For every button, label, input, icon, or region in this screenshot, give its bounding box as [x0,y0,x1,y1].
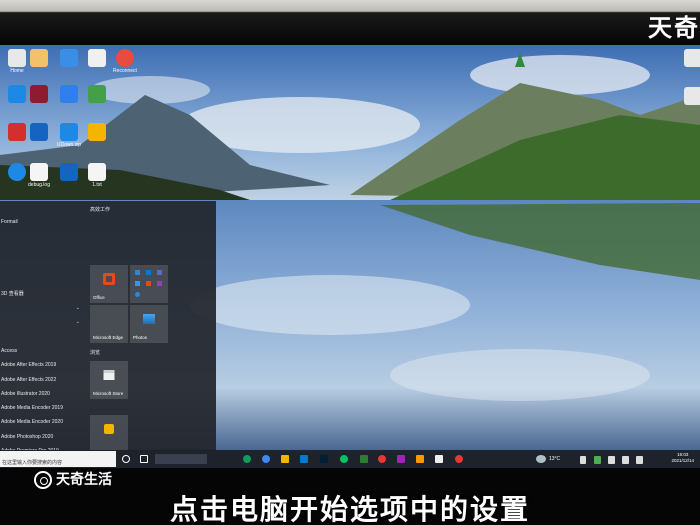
tile-app-folder[interactable] [130,265,168,303]
tile-store[interactable]: Microsoft Store [90,361,128,399]
list-item[interactable]: Adobe Illustrator 2020 [0,387,86,401]
desktop-icon[interactable] [80,85,114,103]
system-clock[interactable]: 16:03 2021/12/14 [671,452,694,464]
skype-icon [135,292,140,297]
mail-icon [135,270,140,275]
app-icon [30,85,48,103]
weather-icon [536,455,546,463]
brand-watermark-top: 天奇 [648,14,700,42]
desktop: Home Reconnect UDown.zip debug.log 1.txt… [0,45,700,468]
chevron-down-icon: ⌄ [75,319,80,326]
brand-logo-icon [34,471,52,489]
wechat-icon[interactable] [340,455,348,463]
chevron-up-icon[interactable] [580,456,586,464]
list-item[interactable]: Adobe Media Encoder 2019 [0,401,86,415]
video-caption: 点击电脑开始选项中的设置 [169,493,530,525]
app-icon[interactable] [378,455,386,463]
browser-icon[interactable] [262,455,270,463]
capcut-icon[interactable] [435,455,443,463]
list-item[interactable]: Adobe Photoshop 2020 [0,430,86,444]
desktop-icon[interactable] [22,49,56,67]
tile-office[interactable]: Office [90,265,128,303]
store-icon [103,370,115,381]
app-icon [60,85,78,103]
photos-icon [143,314,155,325]
file-icon [30,49,48,67]
desktop-icon[interactable] [80,123,114,141]
desktop-icon[interactable] [22,85,56,103]
search-box[interactable]: 在这里输入你要搜索的内容 [0,451,116,467]
document-icon [88,49,106,67]
edge-icon[interactable] [243,455,251,463]
desktop-icon[interactable]: 1.txt [80,163,114,188]
start-menu: Formail 3D 查看器 ⌄ ⌄ Access Adobe After Ef… [0,201,216,454]
illustrator-icon[interactable] [416,455,424,463]
app-icon [146,281,151,286]
desktop-icon[interactable]: Reconnect [108,49,142,74]
list-item[interactable]: Access [0,344,86,358]
desktop-icon[interactable]: debug.log [22,163,56,188]
network-icon[interactable] [608,456,615,464]
document-icon [684,49,700,67]
document-icon [60,163,78,181]
app-icon [157,270,162,275]
premiere-icon[interactable] [397,455,405,463]
list-item[interactable] [0,272,86,286]
app-icon [104,424,114,435]
list-item[interactable]: Adobe After Effects 2019 [0,358,86,372]
taskbar: 在这里输入你要搜索的内容 13°C 16:03 2021/12/14 [0,450,700,468]
folder-icon [88,123,106,141]
app-icon [116,49,134,67]
desktop-icon[interactable] [676,87,700,105]
store-icon[interactable] [300,455,308,463]
task-view-icon[interactable] [140,455,148,463]
list-item[interactable]: Adobe After Effects 2022 [0,373,86,387]
cloud-icon [135,281,140,286]
app-icon[interactable] [360,455,368,463]
app-icon [157,281,162,286]
office-icon [103,273,115,286]
list-item[interactable]: ⌄ [0,301,86,315]
text-file-icon [88,163,106,181]
list-item[interactable]: 3D 查看器 [0,287,86,301]
list-item[interactable] [0,244,86,258]
list-item[interactable]: Formail [0,215,86,229]
ime-icon[interactable] [636,456,643,464]
tile-group-title: 浏览 [90,350,101,356]
list-item[interactable]: Adobe Media Encoder 2020 [0,415,86,429]
list-item[interactable] [0,230,86,244]
tray-icon[interactable] [594,456,601,464]
desktop-icon[interactable] [676,49,700,67]
folder-icon[interactable] [281,455,289,463]
tile-photos[interactable]: Photos [130,305,168,343]
cortana-icon[interactable] [122,455,130,463]
volume-icon[interactable] [622,456,629,464]
list-item[interactable] [0,330,86,344]
play-icon [88,85,106,103]
tile-pinned-app[interactable] [90,415,128,453]
app-icon [60,49,78,67]
document-icon [684,87,700,105]
app-search-bar[interactable] [155,454,207,464]
photoshop-icon[interactable] [320,455,328,463]
app-icon [146,270,151,275]
list-item[interactable] [0,201,86,215]
list-item[interactable] [0,258,86,272]
desktop-icon[interactable] [22,123,56,141]
tile-edge[interactable]: Microsoft Edge [90,305,128,343]
weather-temp[interactable]: 13°C [549,450,560,468]
zip-icon [60,123,78,141]
log-file-icon [30,163,48,181]
monitor-top-bezel [0,0,700,45]
watermark: 天奇生活 [34,470,112,490]
folder-icon [30,123,48,141]
chevron-down-icon: ⌄ [75,305,80,312]
app-list: Formail 3D 查看器 ⌄ ⌄ Access Adobe After Ef… [0,201,86,454]
tile-group-title: 高效工作 [90,207,111,213]
app-icon[interactable] [455,455,463,463]
list-item[interactable]: ⌄ [0,315,86,329]
